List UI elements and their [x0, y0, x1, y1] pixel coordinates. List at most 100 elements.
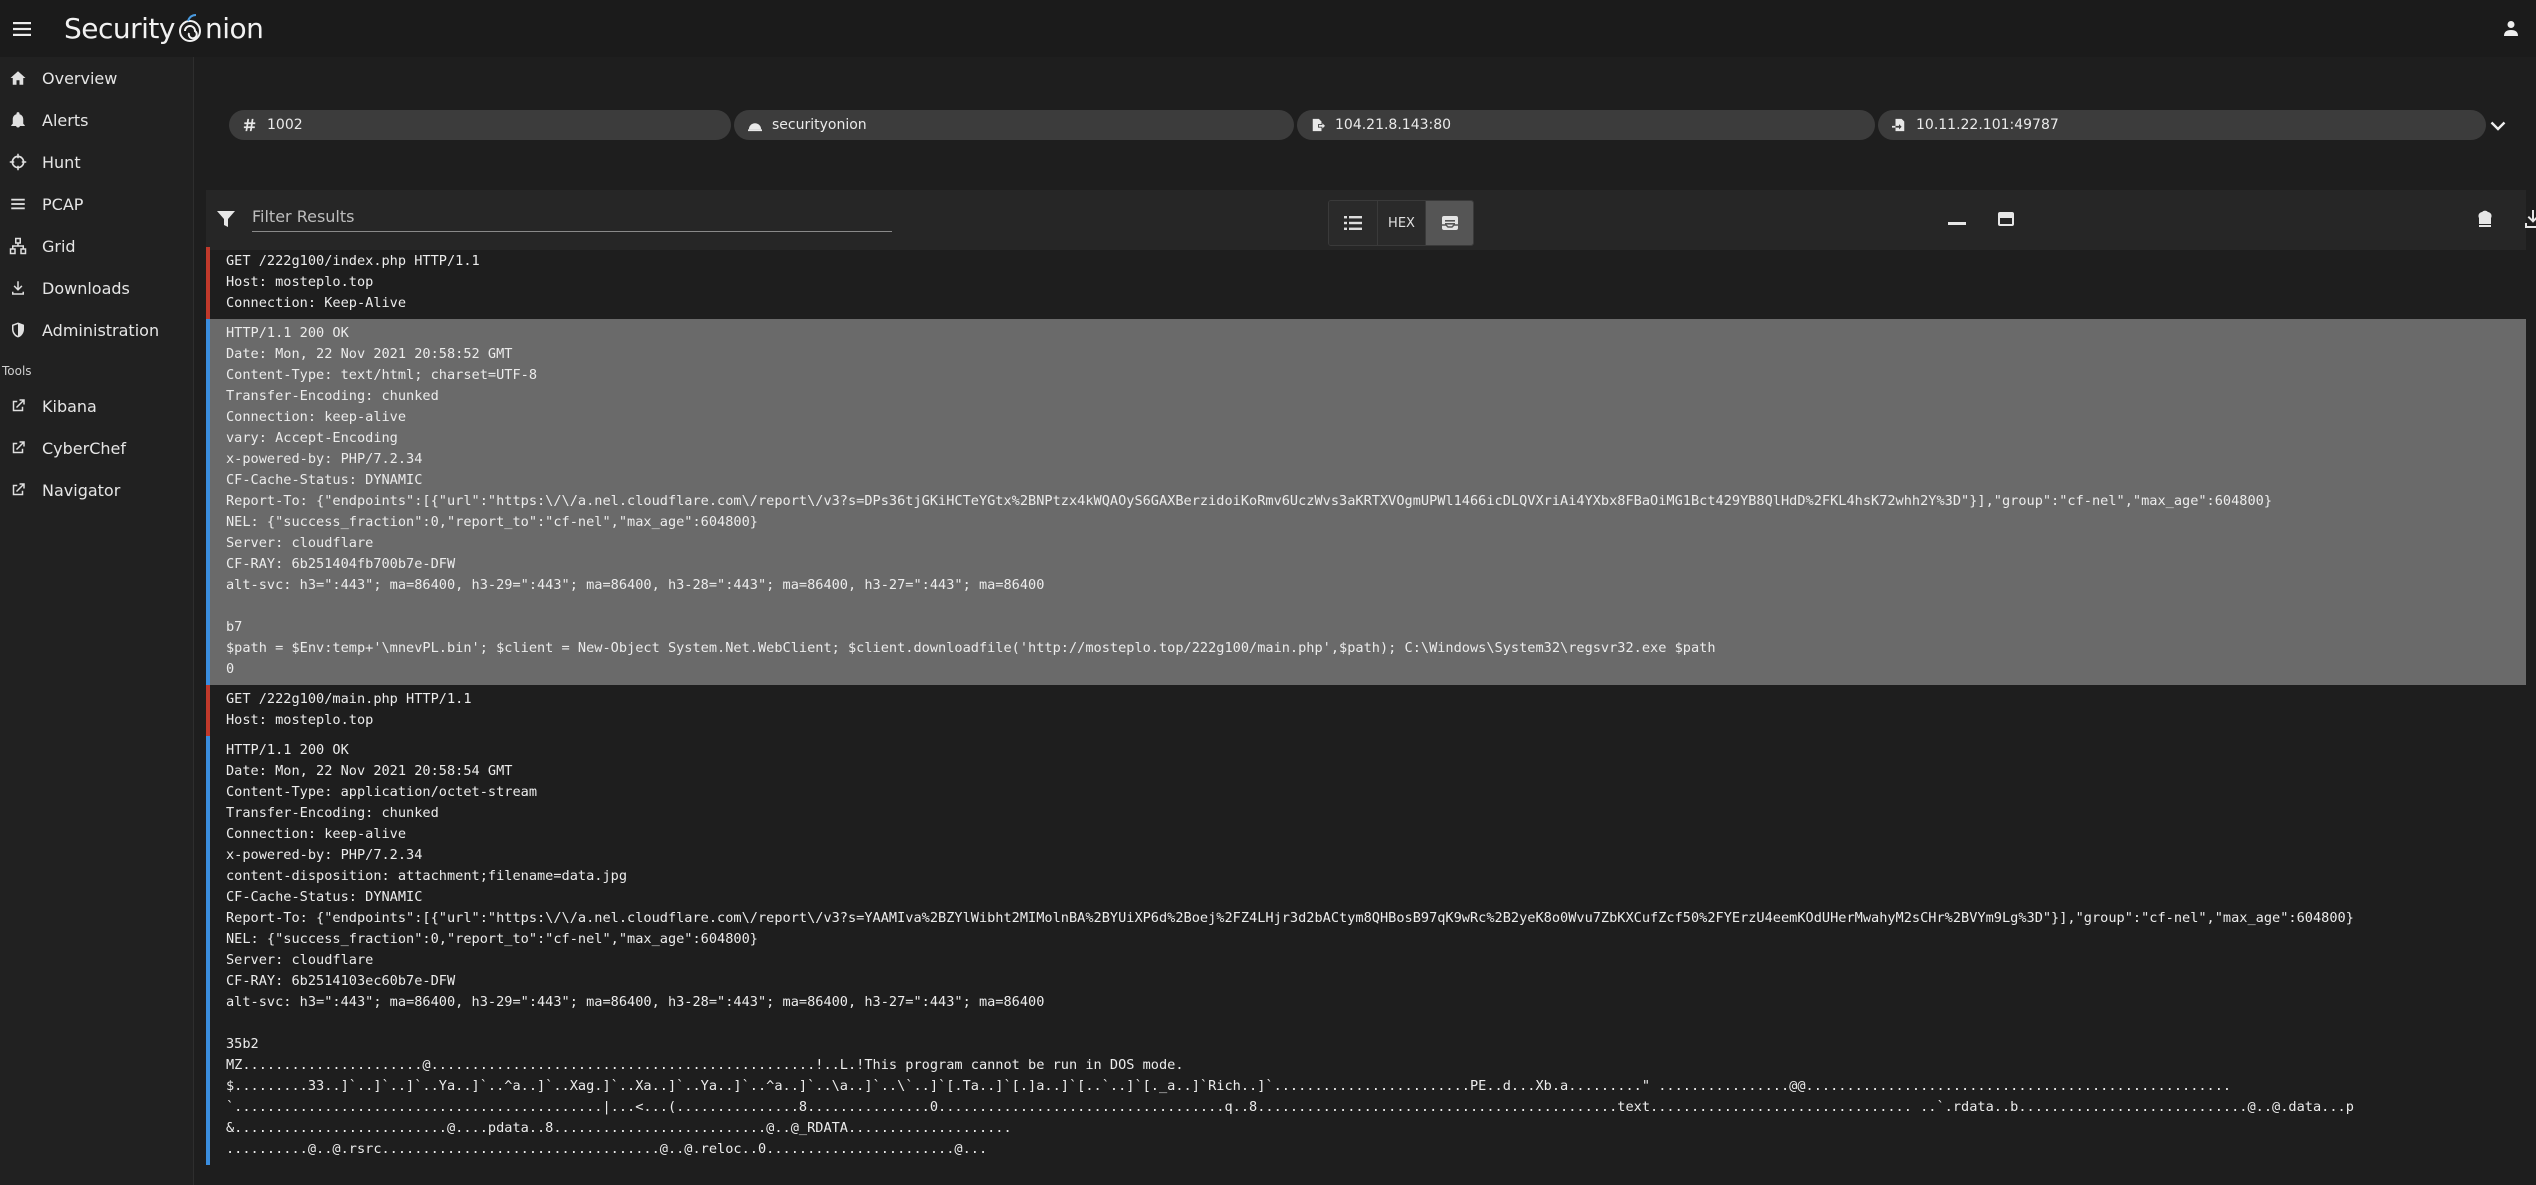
sidebar-item-hunt[interactable]: Hunt — [0, 141, 193, 183]
grid-icon — [9, 237, 27, 255]
transcript-line — [226, 596, 2526, 617]
transcript-line: CF-Cache-Status: DYNAMIC — [226, 472, 423, 488]
sidebar-item-alerts[interactable]: Alerts — [0, 99, 193, 141]
transcript-line: NEL: {"success_fraction":0,"report_to":"… — [226, 514, 758, 530]
transcript-line: Report-To: {"endpoints":[{"url":"https:\… — [226, 910, 2354, 926]
sidebar-item-label: Downloads — [42, 278, 130, 298]
transcript-line: b7 — [226, 619, 243, 635]
transcript-line: Date: Mon, 22 Nov 2021 20:58:54 GMT — [226, 763, 513, 779]
sidebar-item-downloads[interactable]: Downloads — [0, 267, 193, 309]
sidebar-item-administration[interactable]: Administration — [0, 309, 193, 351]
sidebar-item-pcap[interactable]: PCAP — [0, 183, 193, 225]
hamburger-menu-icon[interactable] — [0, 0, 44, 57]
transcript-line: content-disposition: attachment;filename… — [226, 868, 628, 884]
transcript-icon — [1441, 216, 1458, 230]
main-content: 1002 securityonion 104.21.8.143:80 10.11… — [195, 57, 2536, 1185]
transcript-line: Host: mosteplo.top — [226, 712, 374, 728]
filter-results-input[interactable] — [252, 202, 892, 232]
cybershef-hat-icon[interactable] — [2474, 208, 2496, 230]
view-mode-toggle: HEX — [1328, 200, 1474, 246]
sidebar-item-label: Hunt — [42, 152, 81, 172]
sidebar-item-label: Kibana — [42, 396, 97, 416]
bell-icon — [11, 112, 25, 128]
server-response-block[interactable]: HTTP/1.1 200 OK Date: Mon, 22 Nov 2021 20… — [206, 319, 2526, 685]
sidebar-item-label: Alerts — [42, 110, 89, 130]
transcript-line: 35b2 — [226, 1036, 259, 1052]
transcript-line: Connection: keep-alive — [226, 409, 407, 425]
transcript-line: Server: cloudflare — [226, 535, 374, 551]
app-bar: Security nion — [0, 0, 2536, 57]
logo-text-right: nion — [204, 12, 264, 45]
sidebar-item-overview[interactable]: Overview — [0, 57, 193, 99]
chip-source[interactable]: 104.21.8.143:80 — [1297, 110, 1875, 140]
sidebar-item-label: Navigator — [42, 480, 121, 500]
sidebar-item-kibana[interactable]: Kibana — [0, 385, 193, 427]
transcript-line: x-powered-by: PHP/7.2.34 — [226, 847, 423, 863]
transcript-line: CF-RAY: 6b251404fb700b7e-DFW — [226, 556, 456, 572]
chip-destination-text: 10.11.22.101:49787 — [1916, 117, 2059, 133]
external-link-icon — [12, 441, 25, 454]
chip-id-text: 1002 — [267, 117, 303, 133]
transcript-view-button[interactable] — [1425, 201, 1473, 245]
transcript-line: Content-Type: application/octet-stream — [226, 784, 537, 800]
sidebar-item-grid[interactable]: Grid — [0, 225, 193, 267]
sensor-icon — [748, 123, 762, 132]
transcript-line: Transfer-Encoding: chunked — [226, 805, 439, 821]
transcript-line: CF-Cache-Status: DYNAMIC — [226, 889, 423, 905]
transcript-line: GET /222g100/main.php HTTP/1.1 — [226, 691, 472, 707]
sidebar-item-label: CyberChef — [42, 438, 127, 458]
sidebar-item-label: Administration — [42, 320, 160, 340]
sidebar-item-label: PCAP — [42, 194, 84, 214]
transcript-line: Date: Mon, 22 Nov 2021 20:58:52 GMT — [226, 346, 513, 362]
tools-section-title: Tools — [2, 364, 32, 378]
hex-view-button[interactable]: HEX — [1377, 201, 1425, 245]
chevron-down-icon[interactable] — [2488, 116, 2508, 136]
download-pcap-icon[interactable] — [2522, 208, 2536, 230]
transcript-line: `.......................................… — [226, 1099, 2354, 1115]
transcript-line: MZ......................@...............… — [226, 1057, 1184, 1073]
sidebar-item-label: Overview — [42, 68, 118, 88]
transcript-view: GET /222g100/index.php HTTP/1.1 Host: mos… — [206, 247, 2526, 1185]
chip-id[interactable]: 1002 — [229, 110, 731, 140]
transcript-line: Report-To: {"endpoints":[{"url":"https:\… — [226, 493, 2273, 509]
client-request-block[interactable]: GET /222g100/main.php HTTP/1.1 Host: most… — [206, 685, 2526, 736]
sidebar-item-cyberchef[interactable]: CyberChef — [0, 427, 193, 469]
crosshairs-icon — [9, 153, 27, 171]
chip-sensor[interactable]: securityonion — [734, 110, 1294, 140]
server-response-block[interactable]: HTTP/1.1 200 OK Date: Mon, 22 Nov 2021 20… — [206, 736, 2526, 1165]
account-icon[interactable] — [2496, 13, 2526, 43]
expand-all-icon[interactable] — [1995, 208, 2017, 230]
transcript-line: $path = $Env:temp+'\mnevPL.bin'; $client… — [226, 640, 1716, 656]
transcript-line: Content-Type: text/html; charset=UTF-8 — [226, 367, 537, 383]
client-request-block[interactable]: GET /222g100/index.php HTTP/1.1 Host: mos… — [206, 247, 2526, 319]
transcript-line: ..........@..@.rsrc.....................… — [226, 1141, 988, 1157]
connection-summary: 1002 securityonion 104.21.8.143:80 10.11… — [195, 103, 2536, 143]
sidebar-item-navigator[interactable]: Navigator — [0, 469, 193, 511]
shield-icon — [12, 322, 24, 338]
transcript-line: alt-svc: h3=":443"; ma=86400, h3-29=":44… — [226, 994, 1045, 1010]
transcript-line: Transfer-Encoding: chunked — [226, 388, 439, 404]
transcript-line — [226, 1013, 2526, 1034]
transcript-line: vary: Accept-Encoding — [226, 430, 398, 446]
transcript-line: Host: mosteplo.top — [226, 274, 374, 290]
chip-source-text: 104.21.8.143:80 — [1335, 117, 1452, 133]
transcript-line: $.........33..]`..]`..]`..Ya..]`..^a..]`… — [226, 1078, 2232, 1094]
home-icon — [10, 71, 26, 85]
collapse-all-icon[interactable] — [1946, 208, 1968, 230]
transcript-line: Server: cloudflare — [226, 952, 374, 968]
chip-sensor-text: securityonion — [772, 117, 867, 133]
transcript-line: Connection: keep-alive — [226, 826, 407, 842]
list-view-button[interactable] — [1329, 201, 1377, 245]
transcript-line: HTTP/1.1 200 OK — [226, 325, 349, 341]
logo-text-left: Security — [64, 12, 175, 45]
chip-destination[interactable]: 10.11.22.101:49787 — [1878, 110, 2486, 140]
sidebar: Overview Alerts Hunt PCAP Grid Downloads… — [0, 57, 194, 1185]
hash-icon — [243, 118, 256, 132]
sidebar-item-label: Grid — [42, 236, 76, 256]
list-view-icon — [1344, 216, 1362, 230]
external-link-icon — [12, 399, 25, 412]
app-logo[interactable]: Security nion — [64, 12, 264, 45]
transcript-line: &..........................@....pdata..8… — [226, 1120, 1012, 1136]
transcript-line: Connection: Keep-Alive — [226, 295, 407, 311]
transcript-line: CF-RAY: 6b2514103ec60b7e-DFW — [226, 973, 456, 989]
